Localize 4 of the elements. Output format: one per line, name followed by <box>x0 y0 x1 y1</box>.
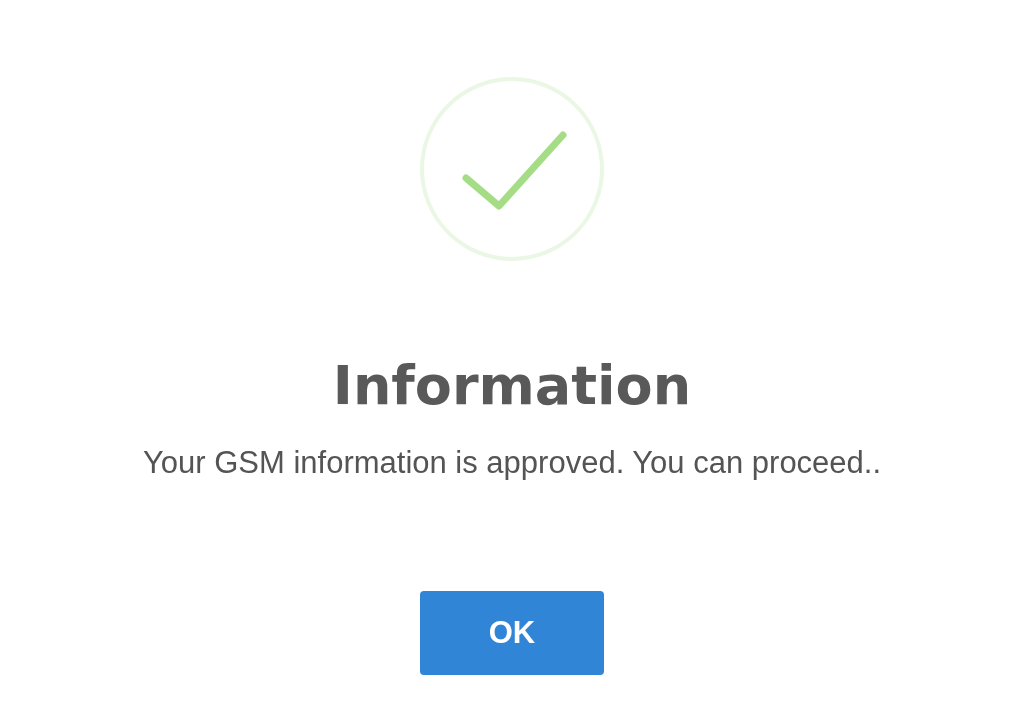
ok-button[interactable]: OK <box>420 591 604 675</box>
dialog-title: Information <box>332 353 692 419</box>
dialog-message: Your GSM information is approved. You can proceed.. <box>142 444 882 482</box>
success-check-icon <box>420 77 604 261</box>
